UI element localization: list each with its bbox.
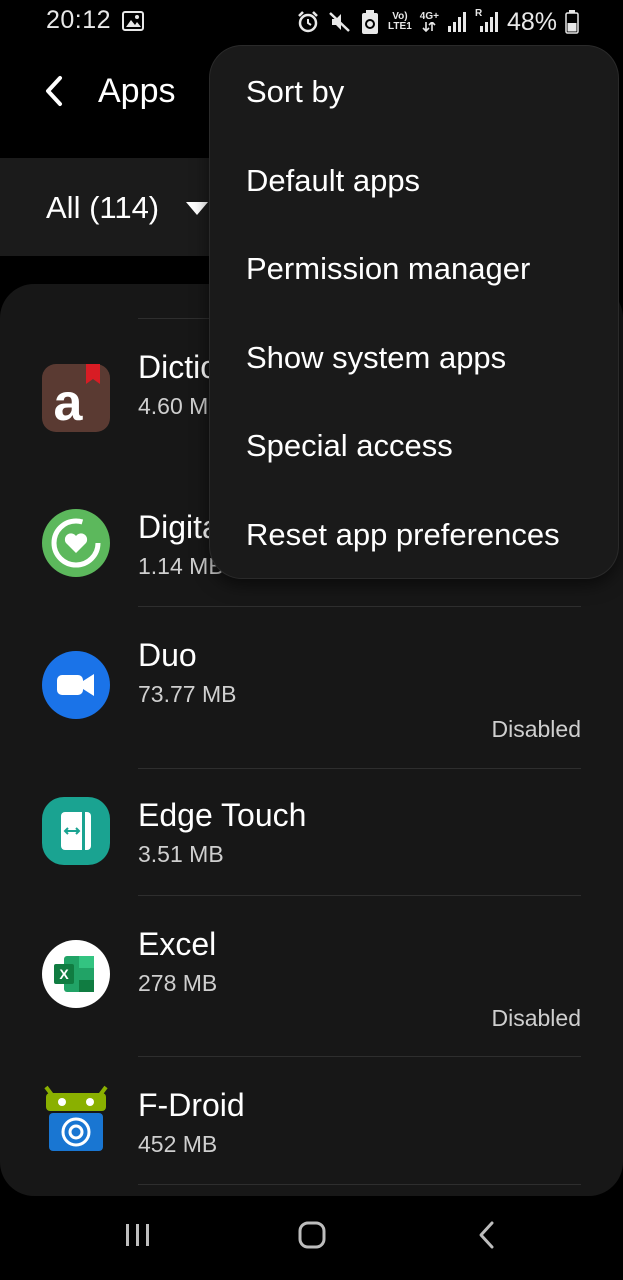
data-saver-icon bbox=[360, 9, 380, 35]
app-row-f-droid[interactable]: F-Droid 452 MB bbox=[0, 1057, 623, 1185]
back-nav-icon[interactable] bbox=[474, 1220, 500, 1255]
menu-item-special-access[interactable]: Special access bbox=[246, 428, 453, 464]
menu-item-show-system-apps[interactable]: Show system apps bbox=[246, 340, 506, 376]
back-icon[interactable] bbox=[38, 74, 72, 108]
app-row-duo[interactable]: Duo 73.77 MB Disabled bbox=[0, 607, 623, 767]
svg-text:X: X bbox=[59, 966, 69, 982]
battery-icon bbox=[565, 10, 579, 34]
svg-text:a: a bbox=[54, 374, 84, 432]
app-size: 278 MB bbox=[138, 970, 218, 996]
excel-app-icon: X bbox=[42, 940, 110, 1008]
battery-percent: 48% bbox=[506, 7, 557, 36]
page-title: Apps bbox=[98, 72, 176, 110]
roaming-signal-icon: R bbox=[475, 9, 499, 33]
app-status-disabled: Disabled bbox=[491, 1005, 582, 1031]
app-name: Duo bbox=[138, 637, 197, 673]
dictionary-app-icon: a bbox=[42, 364, 110, 432]
volte-icon: Vo) LTE1 bbox=[388, 11, 412, 32]
menu-item-default-apps[interactable]: Default apps bbox=[246, 163, 420, 199]
digital-wellbeing-app-icon bbox=[42, 509, 110, 577]
home-icon[interactable] bbox=[297, 1220, 327, 1255]
overflow-menu: Sort by Default apps Permission manager … bbox=[210, 46, 618, 578]
alarm-icon bbox=[296, 10, 320, 34]
4g-plus-icon: 4G+ bbox=[420, 12, 439, 32]
edge-touch-app-icon bbox=[42, 797, 110, 865]
navigation-bar bbox=[0, 1196, 623, 1280]
app-size: 1.14 MB bbox=[138, 553, 224, 579]
gallery-icon bbox=[122, 11, 144, 31]
app-row-edge-touch[interactable]: Edge Touch 3.51 MB bbox=[0, 769, 623, 895]
duo-app-icon bbox=[42, 651, 110, 719]
status-icons: Vo) LTE1 4G+ R 48% bbox=[296, 8, 579, 36]
signal-icon bbox=[447, 11, 467, 33]
menu-item-permission-manager[interactable]: Permission manager bbox=[246, 251, 530, 287]
app-name: Edge Touch bbox=[138, 797, 307, 833]
app-name: Excel bbox=[138, 926, 217, 962]
divider bbox=[138, 1184, 581, 1185]
app-size: 452 MB bbox=[138, 1131, 218, 1157]
menu-item-reset-app-preferences[interactable]: Reset app preferences bbox=[246, 517, 560, 553]
recents-icon[interactable] bbox=[124, 1220, 152, 1255]
app-size: 73.77 MB bbox=[138, 681, 237, 707]
mute-icon bbox=[328, 10, 352, 34]
app-name: F-Droid bbox=[138, 1087, 245, 1123]
menu-item-sort-by[interactable]: Sort by bbox=[246, 74, 344, 110]
f-droid-app-icon bbox=[42, 1085, 110, 1153]
app-status-disabled: Disabled bbox=[491, 716, 582, 742]
status-time: 20:12 bbox=[46, 6, 112, 34]
status-bar: 20:12 Vo) LTE1 4G+ R 48% bbox=[0, 0, 623, 46]
app-row-excel[interactable]: X Excel 278 MB Disabled bbox=[0, 896, 623, 1056]
filter-label: All (114) bbox=[46, 190, 160, 225]
dropdown-arrow-icon bbox=[186, 202, 208, 215]
app-size: 3.51 MB bbox=[138, 841, 224, 867]
